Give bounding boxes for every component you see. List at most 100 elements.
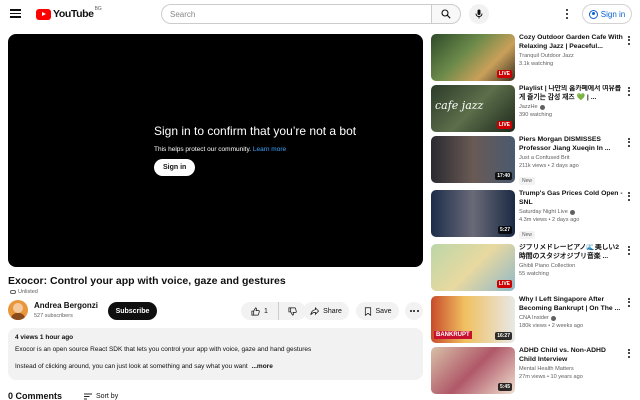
rec-channel-name[interactable]: CNA Insider: [519, 315, 549, 321]
visibility-label: Unlisted: [18, 289, 38, 295]
rec-meta: 3.1k watching: [519, 61, 554, 68]
rec-item[interactable]: BANKRUPT 16:27 Why I Left Singapore Afte…: [431, 296, 633, 344]
bot-check-overlay: Sign in to confirm that you’re not a bot…: [154, 124, 356, 176]
rec-channel: Just a Confused Brit: [519, 155, 623, 161]
rec-item[interactable]: LIVE Cozy Outdoor Garden Cafe With Relax…: [431, 34, 633, 82]
rec-info: Playlist | 나만의 홈카페에서 여유롭게 즐기는 감성 재즈 💚 | …: [519, 85, 623, 118]
more-actions-icon[interactable]: [405, 302, 423, 320]
rec-channel: Mental Health Matters: [519, 366, 623, 372]
player-signin-button[interactable]: Sign in: [154, 159, 196, 176]
save-button[interactable]: Save: [356, 302, 399, 320]
logo-text: YouTube: [53, 8, 94, 20]
signin-label: Sign in: [600, 9, 626, 19]
rec-info: Why I Left Singapore After Becoming Bank…: [519, 296, 623, 329]
rec-channel-name[interactable]: Ghibli Piano Collection: [519, 263, 575, 269]
rec-item[interactable]: cafe jazz LIVE Playlist | 나만의 홈카페에서 여유롭게…: [431, 85, 633, 133]
learn-more-link[interactable]: Learn more: [253, 146, 286, 153]
channel-name[interactable]: Andrea Bergonzi: [34, 301, 98, 310]
rec-title[interactable]: Playlist | 나만의 홈카페에서 여유롭게 즐기는 감성 재즈 💚 | …: [519, 85, 623, 102]
rec-thumbnail[interactable]: 5:27: [431, 190, 515, 237]
rec-thumbnail[interactable]: cafe jazz LIVE: [431, 85, 515, 132]
rec-meta: 390 watching: [519, 112, 552, 119]
rec-meta: 55 watching: [519, 271, 549, 278]
rec-thumbnail[interactable]: LIVE: [431, 244, 515, 291]
rec-meta: 211k views • 2 days ago: [519, 163, 579, 170]
settings-more-icon[interactable]: [561, 7, 573, 21]
rec-item[interactable]: 17:40 Piers Morgan DISMISSES Professor J…: [431, 136, 633, 187]
rec-thumbnail[interactable]: LIVE: [431, 34, 515, 81]
comments-count: 0 Comments: [8, 391, 63, 400]
rec-item[interactable]: 5:45 ADHD Child vs. Non-ADHD Child Inter…: [431, 347, 633, 395]
dislike-button[interactable]: [279, 302, 306, 320]
like-dislike-group: 1: [241, 302, 306, 320]
rec-info: ADHD Child vs. Non-ADHD Child Interview …: [519, 347, 623, 380]
rec-more-icon[interactable]: [626, 87, 632, 99]
rec-channel-name[interactable]: Tranquil Outdoor Jazz: [519, 53, 574, 59]
rec-more-icon[interactable]: [626, 298, 632, 310]
search-input[interactable]: [161, 4, 431, 24]
rec-title[interactable]: ADHD Child vs. Non-ADHD Child Interview: [519, 347, 623, 364]
rec-title[interactable]: Cozy Outdoor Garden Cafe With Relaxing J…: [519, 34, 623, 51]
rec-info: Trump's Gas Prices Cold Open - SNL Satur…: [519, 190, 623, 241]
rec-meta: 4.3m views • 2 days ago: [519, 217, 580, 224]
subscribe-button[interactable]: Subscribe: [108, 302, 157, 320]
verified-icon: [569, 209, 575, 215]
new-badge: New: [519, 177, 536, 186]
channel-avatar[interactable]: [8, 300, 28, 320]
description-more-link[interactable]: ...more: [252, 363, 273, 370]
rec-title[interactable]: Why I Left Singapore After Becoming Bank…: [519, 296, 623, 313]
description-line-2-text: Instead of clicking around, you can just…: [15, 363, 248, 370]
rec-more-icon[interactable]: [626, 349, 632, 361]
rec-item[interactable]: LIVE ジブリメドレーピアノ🌊美しい2時間のスタジオジブリ音楽 ... Ghi…: [431, 244, 633, 292]
rec-channel: JazzHe: [519, 104, 623, 110]
hamburger-menu-icon[interactable]: [9, 7, 23, 21]
rec-more-icon[interactable]: [626, 246, 632, 258]
live-badge: LIVE: [496, 121, 512, 129]
thumbs-up-icon: [251, 307, 260, 315]
rec-thumbnail[interactable]: 5:45: [431, 347, 515, 394]
verified-icon: [550, 315, 556, 321]
rec-channel-name[interactable]: Mental Health Matters: [519, 366, 574, 372]
rec-channel-name[interactable]: JazzHe: [519, 104, 538, 110]
description-box[interactable]: 4 views 1 hour ago Exocor is an open sou…: [8, 328, 423, 380]
sort-by-button[interactable]: Sort by: [84, 393, 118, 400]
comments-header: 0 Comments Sort by: [8, 391, 118, 400]
like-button[interactable]: 1: [241, 302, 279, 320]
description-line-2: Instead of clicking around, you can just…: [15, 363, 416, 370]
video-player[interactable]: Sign in to confirm that you’re not a bot…: [8, 34, 423, 267]
rec-thumbnail[interactable]: 17:40: [431, 136, 515, 183]
user-icon: [588, 9, 598, 19]
duration-badge: 5:27: [497, 226, 512, 234]
thumbs-down-icon: [288, 307, 297, 315]
duration-badge: 17:40: [495, 172, 512, 180]
rec-info: Piers Morgan DISMISSES Professor Jiang X…: [519, 136, 623, 187]
thumbnail-text: BANKRUPT: [434, 331, 472, 339]
unlisted-badge: Unlisted: [10, 289, 38, 295]
rec-title[interactable]: Piers Morgan DISMISSES Professor Jiang X…: [519, 136, 623, 153]
rec-more-icon[interactable]: [626, 192, 632, 204]
save-bookmark-icon: [364, 306, 371, 316]
link-icon: [10, 290, 16, 294]
rec-channel-name[interactable]: Saturday Night Live: [519, 209, 568, 215]
subscriber-count: 527 subscribers: [34, 313, 73, 319]
rec-thumbnail[interactable]: BANKRUPT 16:27: [431, 296, 515, 343]
verified-icon: [539, 104, 545, 110]
description-meta: 4 views 1 hour ago: [15, 334, 74, 341]
rec-channel: CNA Insider: [519, 315, 623, 321]
live-badge: LIVE: [496, 280, 512, 288]
search-button[interactable]: [431, 4, 461, 24]
share-label: Share: [323, 307, 342, 315]
rec-more-icon[interactable]: [626, 36, 632, 48]
rec-item[interactable]: 5:27 Trump's Gas Prices Cold Open - SNL …: [431, 190, 633, 241]
rec-channel-name[interactable]: Just a Confused Brit: [519, 155, 569, 161]
voice-search-button[interactable]: [469, 4, 489, 24]
rec-title[interactable]: Trump's Gas Prices Cold Open - SNL: [519, 190, 623, 207]
signin-button[interactable]: Sign in: [582, 4, 632, 24]
bot-check-subtitle: This helps protect our community. Learn …: [154, 146, 356, 153]
share-button[interactable]: Share: [303, 302, 349, 320]
rec-title[interactable]: ジブリメドレーピアノ🌊美しい2時間のスタジオジブリ音楽 ...: [519, 244, 623, 261]
rec-more-icon[interactable]: [626, 138, 632, 150]
youtube-logo[interactable]: YouTube BG: [36, 6, 102, 20]
microphone-icon: [475, 9, 483, 19]
like-count: 1: [264, 307, 268, 315]
